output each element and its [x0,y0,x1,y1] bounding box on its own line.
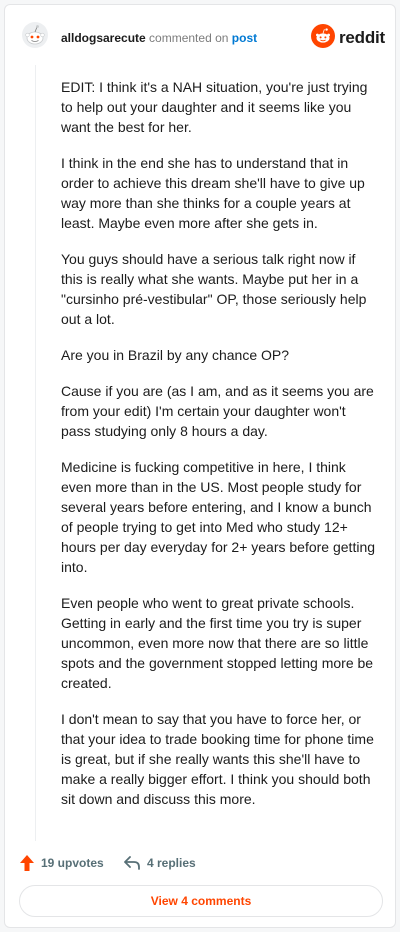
reddit-brand[interactable]: reddit [310,23,385,53]
comment-paragraph: Medicine is fucking competitive in here,… [61,459,376,575]
comment-paragraph: I don't mean to say that you have to for… [61,711,374,807]
view-comments-button[interactable]: View 4 comments [19,885,383,917]
username-link[interactable]: alldogsarecute [61,31,146,45]
comment-paragraph: I think in the end she has to understand… [61,155,365,231]
comment-card: alldogsarecute commented on post reddit [4,4,396,928]
action-text: commented on [149,31,229,45]
comment-paragraph: Are you in Brazil by any chance OP? [61,347,290,363]
comment-actions: 19 upvotes 4 replies [19,851,379,875]
comment-paragraph: You guys should have a serious talk righ… [61,251,367,327]
brand-wordmark: reddit [338,28,385,47]
view-comments-label: View 4 comments [150,894,252,908]
reply-count: 4 replies [147,856,196,870]
upvote-arrow-icon [19,854,35,872]
comment-header: alldogsarecute commented on post reddit [19,21,385,55]
post-link[interactable]: post [232,31,257,45]
upvote-button[interactable]: 19 upvotes [19,851,104,875]
reply-button[interactable]: 4 replies [123,851,196,875]
reddit-logo-icon [310,23,335,53]
comment-meta: alldogsarecute commented on post [61,30,257,46]
comment-paragraph: Even people who went to great private sc… [61,595,374,691]
thread-line[interactable] [35,65,36,841]
reply-arrow-icon [123,855,141,871]
comment-paragraph: Cause if you are (as I am, and as it see… [61,383,374,439]
comment-body: EDIT: I think it's a NAH situation, you'… [61,77,379,825]
upvote-count: 19 upvotes [41,856,104,870]
snoo-avatar-icon[interactable] [21,21,49,49]
comment-paragraph: EDIT: I think it's a NAH situation, you'… [61,79,368,135]
